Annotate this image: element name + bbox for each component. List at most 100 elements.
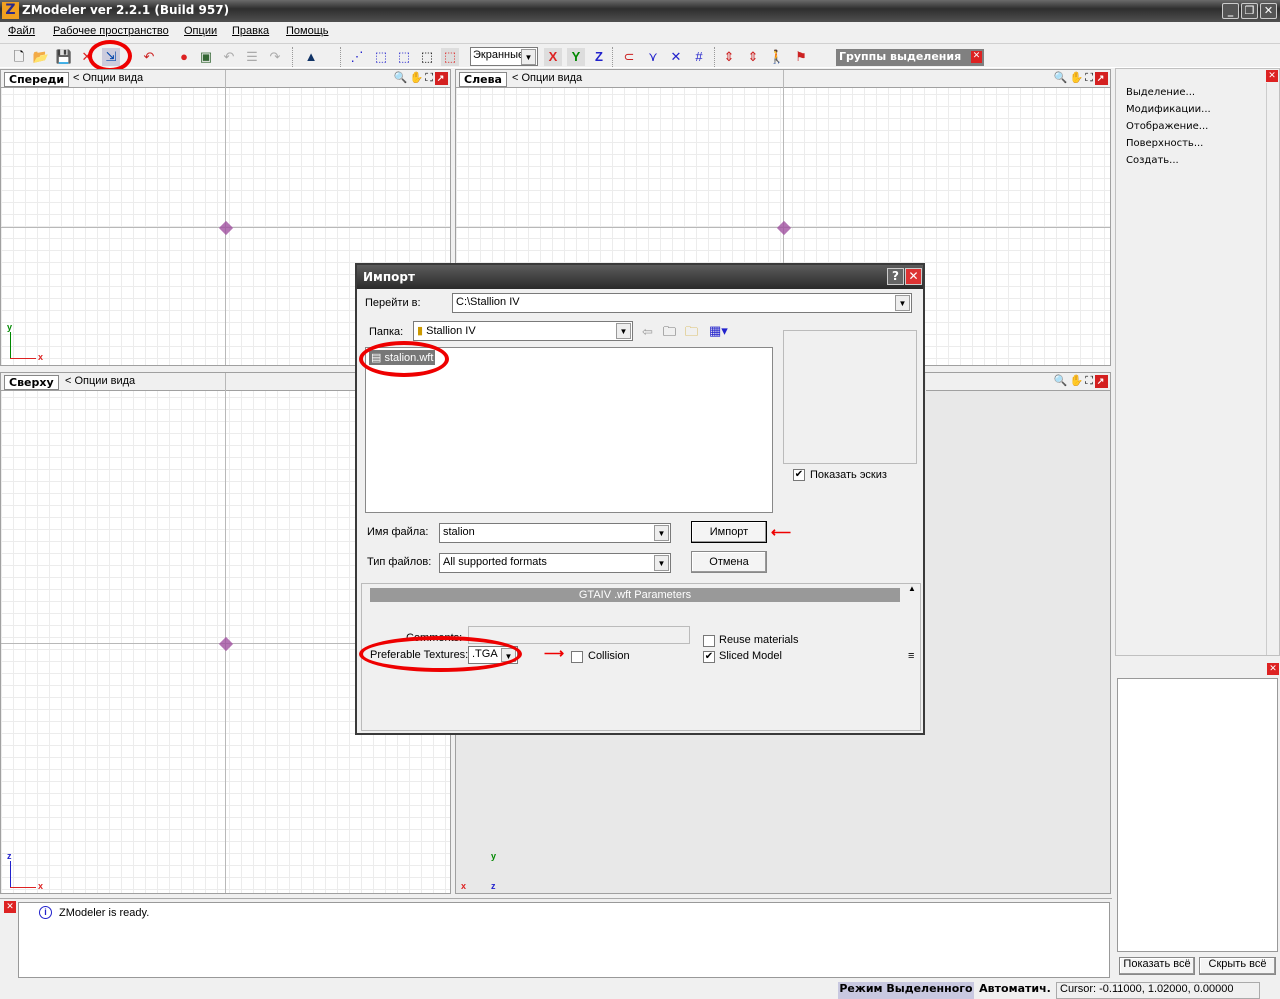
- dialog-title-bar: Импорт ? ✕: [357, 265, 923, 289]
- help-button[interactable]: ?: [887, 268, 904, 285]
- filename-input[interactable]: stalion ▼: [439, 523, 671, 543]
- import-button[interactable]: Импорт: [691, 521, 767, 543]
- close-icon[interactable]: ✕: [4, 901, 16, 913]
- selection-mode[interactable]: Режим Выделенного: [838, 982, 974, 999]
- show-thumb-label: Показать эскиз: [810, 469, 887, 481]
- app-logo-icon: Z: [2, 2, 19, 19]
- close-icon[interactable]: ✕: [971, 51, 982, 63]
- new-folder-icon[interactable]: 🗀: [685, 323, 698, 345]
- menu-file[interactable]: Файл: [8, 25, 35, 37]
- move-up-icon[interactable]: ⇕: [720, 48, 738, 66]
- menu-help[interactable]: Помощь: [286, 25, 329, 37]
- history-icon[interactable]: ☰: [243, 48, 261, 66]
- undo-icon[interactable]: ↶: [220, 48, 238, 66]
- collision-checkbox[interactable]: [571, 651, 583, 663]
- params-scrollbar[interactable]: ▲ ≡: [908, 584, 920, 730]
- close-button[interactable]: ✕: [905, 268, 922, 285]
- panel-item-display[interactable]: Отображение...: [1126, 121, 1208, 132]
- snap-vertex-icon[interactable]: ⋎: [644, 48, 662, 66]
- menu-options[interactable]: Опции: [184, 25, 217, 37]
- log-panel: ✕ i ZModeler is ready.: [0, 898, 1112, 978]
- menu-edit[interactable]: Правка: [232, 25, 269, 37]
- view-options[interactable]: < Опции вида: [512, 72, 582, 84]
- title-bar: Z ZModeler ver 2.2.1 (Build 957) _ ❐ ✕: [0, 0, 1280, 22]
- sliced-model-checkbox[interactable]: ✔: [703, 651, 715, 663]
- texture-icon[interactable]: ▣: [197, 48, 215, 66]
- wire-mode-icon[interactable]: ⬚: [441, 48, 459, 66]
- folder-value: Stallion IV: [426, 325, 476, 337]
- coord-mode-value: Экранные: [473, 49, 525, 61]
- show-all-button[interactable]: Показать всё: [1119, 957, 1195, 975]
- panel-item-modify[interactable]: Модификации...: [1126, 104, 1211, 115]
- axis-z-toggle[interactable]: Z: [590, 48, 608, 66]
- filetype-select[interactable]: All supported formats ▼: [439, 553, 671, 573]
- shading-icon[interactable]: ▲: [302, 48, 320, 66]
- view-options[interactable]: < Опции вида: [65, 375, 135, 387]
- view-options[interactable]: < Опции вида: [73, 72, 143, 84]
- restore-button[interactable]: ❐: [1241, 3, 1258, 19]
- folder-combobox[interactable]: ▮ Stallion IV ▼: [413, 321, 633, 341]
- filetype-label: Тип файлов:: [367, 556, 432, 568]
- panel-item-create[interactable]: Создать...: [1126, 155, 1179, 166]
- annotation-arrow: ⟵: [771, 524, 792, 540]
- material-icon[interactable]: ●: [175, 48, 193, 66]
- axis-label-z: z: [7, 851, 12, 861]
- move-down-icon[interactable]: ⇕: [744, 48, 762, 66]
- log-message: ZModeler is ready.: [59, 907, 150, 919]
- hide-all-button[interactable]: Скрыть всё: [1199, 957, 1276, 975]
- cancel-button[interactable]: Отмена: [691, 551, 767, 573]
- coord-mode-select[interactable]: Экранные ▼: [470, 47, 538, 66]
- face-mode-icon[interactable]: ⬚: [372, 48, 390, 66]
- viewport-name[interactable]: Спереди: [4, 72, 70, 87]
- menu-workspace[interactable]: Рабочее пространство: [53, 25, 169, 37]
- vertex-mode-icon[interactable]: ⋰: [348, 48, 366, 66]
- view-menu-icon[interactable]: ▦▾: [709, 323, 728, 339]
- show-thumb-checkbox[interactable]: ✔: [793, 469, 805, 481]
- origin-marker: [218, 636, 234, 652]
- cursor-readout: Cursor: -0.11000, 1.02000, 0.00000: [1056, 982, 1260, 999]
- view-tools[interactable]: 🔍✋⛶ ↗: [1054, 374, 1108, 388]
- new-file-icon[interactable]: 🗋: [10, 48, 28, 66]
- objects-list[interactable]: [1117, 678, 1278, 952]
- view-tools[interactable]: 🔍✋⛶ ↗: [1054, 71, 1108, 85]
- open-folder-icon[interactable]: 📂: [32, 48, 50, 66]
- up-folder-icon[interactable]: 🗀: [663, 323, 676, 345]
- goto-label: Перейти в:: [365, 297, 421, 309]
- panel-item-selection[interactable]: Выделение...: [1126, 87, 1195, 98]
- minimize-button[interactable]: _: [1222, 3, 1239, 19]
- params-header: GTAIV .wft Parameters: [370, 588, 900, 602]
- viewport-name[interactable]: Сверху: [4, 375, 59, 390]
- goto-combobox[interactable]: C:\Stallion IV ▼: [452, 293, 912, 313]
- filename-value: stalion: [443, 526, 475, 538]
- reuse-materials-checkbox[interactable]: [703, 635, 715, 647]
- snap-grid-icon[interactable]: #: [690, 48, 708, 66]
- back-icon[interactable]: ⇦: [642, 324, 653, 340]
- scrollbar[interactable]: [1266, 83, 1279, 655]
- pose-icon[interactable]: ⚑: [792, 48, 810, 66]
- magnet-icon[interactable]: ⊂: [620, 48, 638, 66]
- view-tools[interactable]: 🔍✋⛶ ↗: [394, 71, 448, 85]
- close-icon[interactable]: ✕: [1267, 663, 1279, 675]
- export-icon[interactable]: ↶: [140, 48, 158, 66]
- panel-item-surface[interactable]: Поверхность...: [1126, 138, 1203, 149]
- selection-groups-bar[interactable]: Группы выделения ✕: [836, 49, 984, 66]
- axis-label-x: x: [38, 352, 44, 362]
- object-mode-icon[interactable]: ⬚: [395, 48, 413, 66]
- thumbnail-preview: [783, 330, 917, 464]
- figure-icon[interactable]: 🚶: [768, 48, 786, 66]
- annotation-circle: [88, 40, 132, 72]
- box-mode-icon[interactable]: ⬚: [418, 48, 436, 66]
- close-icon[interactable]: ✕: [1266, 70, 1278, 82]
- window-title: ZModeler ver 2.2.1 (Build 957): [22, 3, 230, 17]
- save-icon[interactable]: 💾: [55, 48, 73, 66]
- auto-mode[interactable]: Автоматич.: [977, 982, 1053, 999]
- menu-bar: Файл Рабочее пространство Опции Правка П…: [0, 22, 1280, 42]
- axis-y-toggle[interactable]: Y: [567, 48, 585, 66]
- axis-x-toggle[interactable]: X: [544, 48, 562, 66]
- info-icon: i: [39, 906, 52, 919]
- import-dialog: Импорт ? ✕ Перейти в: C:\Stallion IV ▼ Па…: [355, 263, 925, 735]
- snap-edge-icon[interactable]: ✕: [667, 48, 685, 66]
- viewport-name[interactable]: Слева: [459, 72, 507, 87]
- close-button[interactable]: ✕: [1260, 3, 1277, 19]
- redo-icon[interactable]: ↷: [266, 48, 284, 66]
